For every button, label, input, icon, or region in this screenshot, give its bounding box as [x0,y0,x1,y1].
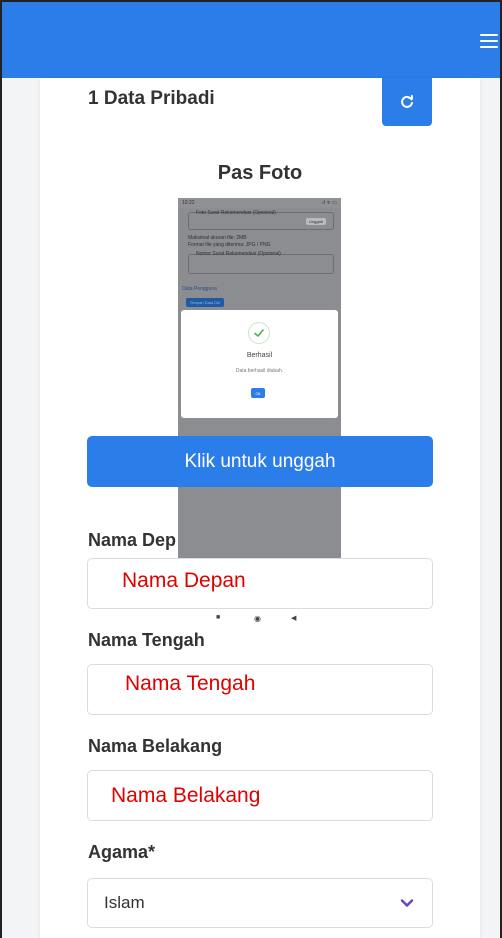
app-frame: 1 Data Pribadi Pas Foto 10:22 .ıl ᯤ ▭ Fo… [0,0,502,938]
middle-name-annotation: Nama Tengah [125,672,256,695]
preview-status-bar: 10:22 .ıl ᯤ ▭ [178,198,341,208]
preview-hint-2: Format file yang diterima: JPG / PNG [188,242,271,248]
religion-select[interactable]: Islam [87,878,433,928]
middle-name-label: Nama Tengah [88,630,205,650]
recents-icon: ■ [216,614,221,621]
home-circle-icon: ◉ [254,614,261,623]
refresh-button[interactable] [382,78,432,126]
preview-field-2-label: Nomor Surat Rekomendasi (Opsional) [196,251,281,257]
first-name-annotation: Nama Depan [122,569,246,592]
religion-value: Islam [104,893,145,912]
check-icon [248,322,270,344]
upload-button[interactable]: Klik untuk unggah [87,436,433,487]
last-name-annotation: Nama Belakang [111,784,261,807]
hamburger-icon[interactable] [480,34,498,48]
preview-upload-button: Unggah [306,218,327,225]
preview-time: 10:22 [182,200,195,206]
preview-save-button: Simpan Data Diri [186,298,225,307]
preview-field-1-label: Foto Surat Rekomendasi (Opsional) [196,210,276,216]
dialog-ok-button: Ok [251,388,265,398]
preview-field-2 [188,254,334,274]
photo-title: Pas Foto [217,162,303,184]
refresh-icon [401,94,414,108]
preview-link: Data Pengguna [182,286,217,292]
dialog-message: Data berhasil diubah. [235,368,284,374]
preview-success-dialog: Berhasil Data berhasil diubah. Ok [181,310,338,418]
form-card: 1 Data Pribadi Pas Foto 10:22 .ıl ᯤ ▭ Fo… [40,78,480,938]
preview-status-icons: .ıl ᯤ ▭ [321,200,337,206]
dialog-title: Berhasil [246,352,273,359]
last-name-label: Nama Belakang [88,736,223,756]
back-triangle-icon: ◀ [291,615,297,622]
chevron-down-icon [400,899,414,907]
preview-hint-1: Maksimal ukuran file: 2MB [188,235,247,241]
top-navbar [2,2,500,78]
religion-label: Agama* [88,842,156,862]
section-title: 1 Data Pribadi [88,88,215,109]
first-name-label: Nama Dep [88,530,177,550]
